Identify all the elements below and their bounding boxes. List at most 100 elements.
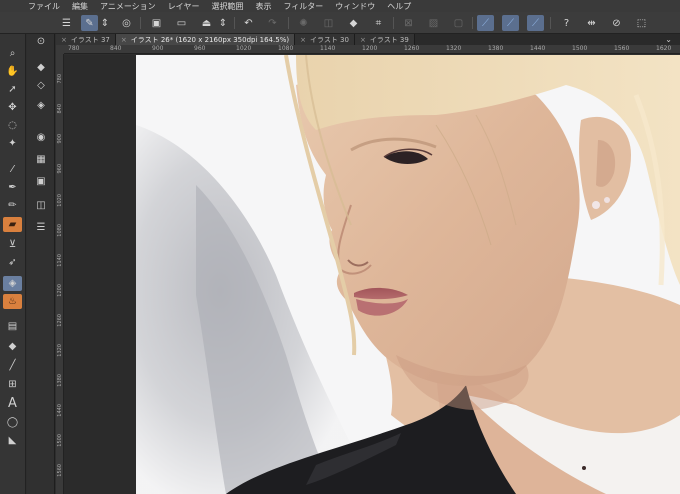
help-icon[interactable]: ? [558,15,575,31]
layer-stack-icon[interactable]: ◫ [32,198,50,213]
reference-icon[interactable]: ▦ [32,152,50,167]
ruler-tick: 1260 [57,314,63,327]
layer-color-icon[interactable]: ◉ [32,130,50,145]
clip-studio-icon[interactable]: ◎ [118,15,135,31]
close-icon[interactable]: × [61,36,67,44]
ruler-tick: 1140 [320,45,335,52]
pen-icon[interactable]: ✒ [3,180,22,195]
ruler-tick: 1320 [446,45,461,52]
frame-icon[interactable]: ⊞ [3,377,22,392]
ruler-icon[interactable]: ◣ [3,433,22,448]
paint-bucket-icon[interactable]: ◆ [32,60,50,75]
ruler-tick: 1500 [57,434,63,447]
brush-icon[interactable]: ▰ [3,217,22,232]
airbrush-icon[interactable]: ➶ [3,255,22,270]
move-icon[interactable]: ✥ [3,100,22,115]
close-icon[interactable]: × [300,36,306,44]
flip-horizontal-icon[interactable]: ⇹ [583,15,600,31]
ruler-tick: 1260 [404,45,419,52]
paint-bucket-refer-icon[interactable]: ◇ [32,78,50,93]
menu-file[interactable]: ファイル [22,1,66,12]
portrait-artwork[interactable] [136,55,680,494]
brush-settings-icon[interactable]: ✎ [81,15,98,31]
eraser-icon[interactable]: ◈ [3,276,22,291]
canvas-area[interactable] [64,55,680,494]
ruler-tick: 900 [152,45,163,52]
hand-icon[interactable]: ✋ [3,64,22,79]
tab-label: イラスト 37 [71,35,110,45]
menu-view[interactable]: 表示 [249,1,277,12]
ruler-tick: 1140 [57,254,63,267]
clear-icon[interactable]: ◫ [320,15,337,31]
selection-off-icon[interactable]: ▨ [425,15,442,31]
ruler-tick: 840 [110,45,121,52]
ruler-tick: 1380 [57,374,63,387]
zoom-icon[interactable]: ⊙ [32,34,50,49]
operation-icon[interactable]: ➚ [3,82,22,97]
menu-icon[interactable]: ☰ [58,15,75,31]
mask-icon[interactable]: ▣ [32,174,50,189]
eyedropper-icon[interactable]: ⁄ [3,162,22,177]
clip-studio-window: ஘ ファイル 編集 アニメーション レイヤー 選択範囲 表示 フィルター ウィン… [0,0,680,494]
snap-grid-icon[interactable]: ⟋ [502,15,519,31]
lasso-icon[interactable]: ◌ [3,118,22,133]
magic-wand-icon[interactable]: ✦ [3,136,22,151]
fill-bucket-icon[interactable]: ◆ [3,339,22,354]
show-selection-icon[interactable]: ⊠ [400,15,417,31]
menu-help[interactable]: ヘルプ [381,1,417,12]
new-canvas-icon[interactable]: ▣ [148,15,165,31]
document-tab-bar: × イラスト 37 × イラスト 26* (1620 x 2160px 350d… [56,34,680,45]
ruler-tick: 900 [57,134,63,144]
tab-illust-30[interactable]: × イラスト 30 [295,34,355,45]
ruler-tick: 1020 [57,194,63,207]
undo-icon[interactable]: ↶ [240,15,257,31]
ruler-tick: 1080 [278,45,293,52]
menu-edit[interactable]: 編集 [66,1,94,12]
fit-canvas-icon[interactable]: ⬚ [633,15,650,31]
ruler-tick: 1200 [362,45,377,52]
gradient-icon[interactable]: ▤ [3,319,22,334]
tab-illust-37[interactable]: × イラスト 37 [56,34,116,45]
crop-icon[interactable]: ⌗ [370,15,387,31]
text-icon[interactable]: A [3,396,22,411]
fill-close-gap-icon[interactable]: ◈ [32,98,50,113]
menu-selection[interactable]: 選択範囲 [205,1,249,12]
ruler-tick: 1620 [656,45,671,52]
ruler-tick: 840 [57,104,63,114]
rotate-icon[interactable]: ⊘ [608,15,625,31]
snap-ruler-icon[interactable]: ⟋ [477,15,494,31]
tab-label: イラスト 39 [370,35,409,45]
close-icon[interactable]: × [121,36,127,44]
ruler-tick: 1560 [57,464,63,477]
menu-animation[interactable]: アニメーション [94,1,162,12]
snap-point-icon[interactable]: ⟋ [527,15,544,31]
close-icon[interactable]: × [360,36,366,44]
ruler-tick: 780 [68,45,79,52]
fill-icon[interactable]: ◆ [345,15,362,31]
zoom-icon[interactable]: ⌕ [3,46,22,61]
menu-window[interactable]: ウィンドウ [329,1,381,12]
line-icon[interactable]: ╱ [3,358,22,373]
invert-selection-icon[interactable]: ▢ [450,15,467,31]
ruler-tick: 1020 [236,45,251,52]
stepper-icon-2[interactable]: ⇕ [218,15,228,31]
transform-icon[interactable]: ✺ [295,15,312,31]
blend-icon[interactable]: ♨ [3,294,22,309]
chevron-down-icon[interactable]: ⌄ [665,35,672,44]
tab-label: イラスト 30 [310,35,349,45]
ruler-tick: 1440 [57,404,63,417]
vertical-ruler: 780 840 900 960 1020 1080 1140 1200 1260… [56,54,64,494]
save-icon[interactable]: ⏏ [198,15,215,31]
tab-illust-26[interactable]: × イラスト 26* (1620 x 2160px 350dpi 164.5%) [116,34,295,45]
tab-illust-39[interactable]: × イラスト 39 [355,34,415,45]
menu-filter[interactable]: フィルター [277,1,329,12]
menu-layer[interactable]: レイヤー [162,1,206,12]
stepper-icon[interactable]: ⇕ [100,15,110,31]
app-logo-icon[interactable]: ஘ [0,1,22,11]
layers-icon[interactable]: ☰ [32,220,50,235]
open-file-icon[interactable]: ▭ [173,15,190,31]
redo-icon[interactable]: ↷ [264,15,281,31]
pencil-icon[interactable]: ✏ [3,198,22,213]
decoration-icon[interactable]: ⊻ [3,237,22,252]
speech-balloon-icon[interactable]: ◯ [3,415,22,430]
